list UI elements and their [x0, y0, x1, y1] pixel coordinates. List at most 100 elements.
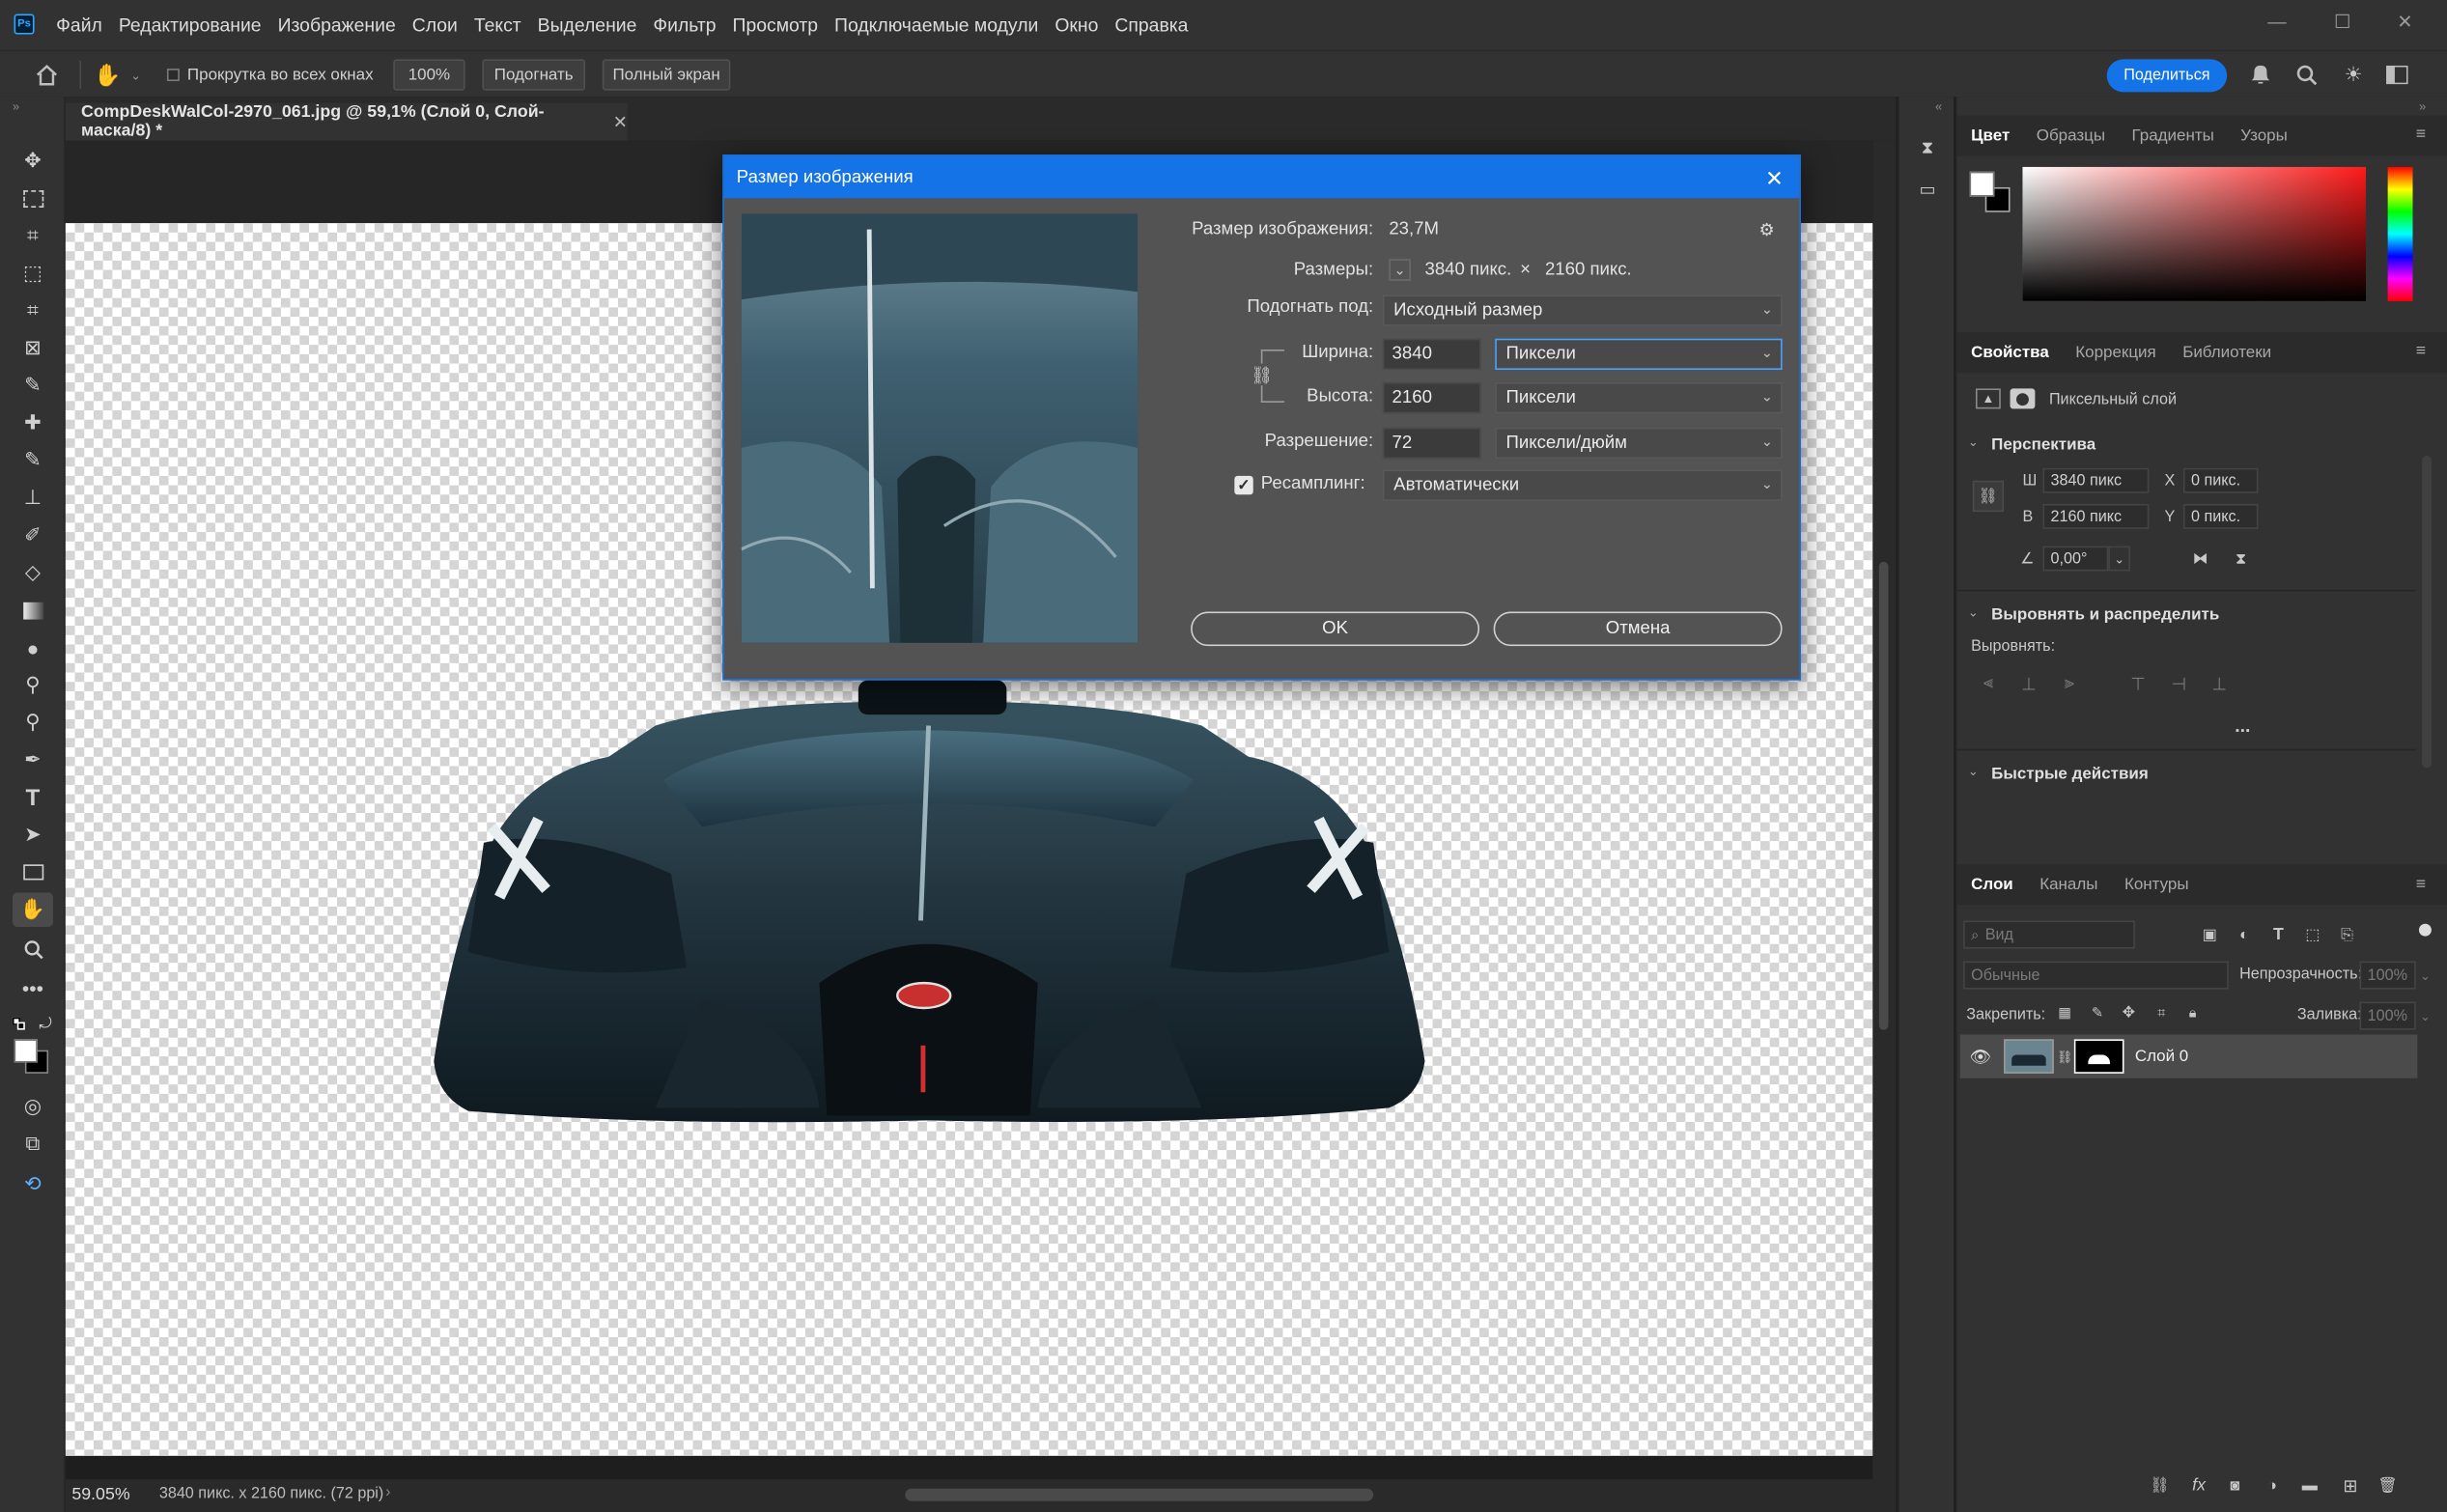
- chevron-down-icon[interactable]: ⌄: [2417, 1006, 2433, 1024]
- chevron-down-icon[interactable]: ⌄: [2108, 546, 2130, 572]
- healing-brush-tool-icon[interactable]: ✚: [13, 406, 53, 440]
- gear-icon[interactable]: ⚙: [1754, 218, 1779, 240]
- perspective-header[interactable]: Перспектива: [1991, 435, 2095, 454]
- align-left-icon[interactable]: ⫷: [1976, 673, 2001, 695]
- eyedropper-tool-icon[interactable]: ✎: [13, 368, 53, 403]
- bell-icon[interactable]: [2247, 63, 2272, 88]
- eraser-tool-icon[interactable]: ◇: [13, 555, 53, 590]
- color-field[interactable]: [2022, 166, 2367, 301]
- layer-row[interactable]: 👁︎ ⛓ Слой 0: [1959, 1034, 2418, 1078]
- document-tab[interactable]: CompDeskWalCol-2970_061.jpg @ 59,1% (Сло…: [65, 102, 628, 141]
- close-window-button[interactable]: ✕: [2388, 10, 2423, 35]
- close-tab-icon[interactable]: ✕: [613, 112, 628, 131]
- new-layer-icon[interactable]: ⊞: [2338, 1473, 2363, 1498]
- menu-layers[interactable]: Слои: [412, 14, 458, 37]
- hand-tool-active-icon[interactable]: ✋: [12, 892, 53, 927]
- comments-panel-icon[interactable]: ▭: [1913, 175, 1941, 203]
- minimize-button[interactable]: —: [2260, 10, 2294, 35]
- expand-panels-icon[interactable]: »: [2419, 99, 2426, 114]
- menu-file[interactable]: Файл: [56, 14, 102, 37]
- filter-adjustment-icon[interactable]: ◐: [2232, 922, 2257, 947]
- prop-angle-input[interactable]: 0,00°: [2042, 546, 2109, 572]
- panel-menu-icon[interactable]: ≡: [2416, 876, 2426, 894]
- menu-filter[interactable]: Фильтр: [653, 14, 716, 37]
- menu-edit[interactable]: Редактирование: [119, 14, 262, 37]
- collapse-icon[interactable]: «: [1935, 99, 1942, 114]
- height-input[interactable]: 2160: [1382, 381, 1481, 414]
- opacity-input[interactable]: 100%: [2359, 961, 2416, 990]
- align-top-icon[interactable]: ⊤: [2125, 673, 2151, 695]
- chevron-down-icon[interactable]: ⌄: [2417, 966, 2433, 984]
- path-selection-tool-icon[interactable]: ➤: [13, 818, 53, 853]
- chevron-down-icon[interactable]: ⌄: [1968, 765, 1979, 779]
- tab-swatches[interactable]: Образцы: [2037, 126, 2105, 145]
- maximize-button[interactable]: ☐: [2325, 10, 2360, 35]
- filter-image-icon[interactable]: ▣: [2197, 922, 2222, 947]
- full-screen-button[interactable]: Полный экран: [602, 59, 731, 91]
- resample-select[interactable]: Автоматически ⌄: [1382, 469, 1783, 501]
- blend-mode-select[interactable]: Обычные: [1963, 961, 2229, 990]
- menu-image[interactable]: Изображение: [278, 14, 396, 37]
- filter-smart-object-icon[interactable]: ⎘: [2335, 922, 2360, 947]
- resample-checkbox[interactable]: ✓: [1234, 475, 1253, 495]
- fill-input[interactable]: 100%: [2359, 1001, 2416, 1030]
- add-mask-icon[interactable]: ◙: [2222, 1473, 2247, 1498]
- lock-artboard-icon[interactable]: ⌗: [2151, 1002, 2173, 1024]
- lightbulb-icon[interactable]: ☀: [2341, 61, 2366, 89]
- menu-plugins[interactable]: Подключаемые модули: [834, 14, 1038, 37]
- generative-icon[interactable]: ⟲: [13, 1167, 53, 1202]
- search-icon[interactable]: [2294, 63, 2320, 88]
- width-input[interactable]: 3840: [1382, 338, 1481, 371]
- chevron-down-icon[interactable]: ⌄: [1968, 435, 1979, 450]
- height-unit-select[interactable]: Пиксели ⌄: [1495, 381, 1783, 414]
- history-brush-tool-icon[interactable]: ✐: [13, 518, 53, 553]
- brush-tool-icon[interactable]: ✎: [13, 443, 53, 478]
- lock-all-icon[interactable]: 🔒︎: [2181, 1002, 2204, 1024]
- zoom-tool-icon[interactable]: [13, 932, 53, 966]
- crop-tool-icon[interactable]: ⌗: [13, 294, 53, 328]
- pen-tool-icon[interactable]: ✒: [13, 742, 53, 777]
- hand-tool-icon[interactable]: ✋: [92, 59, 123, 90]
- layer-mask-thumbnail[interactable]: [2073, 1039, 2124, 1074]
- adjustment-layer-icon[interactable]: ◑: [2260, 1473, 2285, 1498]
- ok-button[interactable]: OK: [1191, 611, 1480, 647]
- quick-actions-header[interactable]: Быстрые действия: [1991, 765, 2149, 783]
- lock-position-icon[interactable]: ✥: [2118, 1002, 2140, 1024]
- align-center-h-icon[interactable]: ⊥: [2016, 673, 2041, 695]
- share-button[interactable]: Поделиться: [2106, 59, 2228, 93]
- screen-mode-icon[interactable]: ⧉: [13, 1127, 53, 1162]
- lock-transparency-icon[interactable]: ▦: [2054, 1002, 2076, 1024]
- eye-icon[interactable]: 👁︎: [1970, 1046, 1992, 1068]
- align-bottom-icon[interactable]: ⊥: [2207, 673, 2232, 695]
- rectangle-tool-icon[interactable]: [13, 855, 53, 890]
- layer-name[interactable]: Слой 0: [2135, 1047, 2188, 1065]
- panel-menu-icon[interactable]: ≡: [2416, 342, 2426, 360]
- zoom-level[interactable]: 59.05%: [71, 1486, 129, 1504]
- menu-help[interactable]: Справка: [1114, 14, 1188, 37]
- align-distribute-header[interactable]: Выровнять и распределить: [1991, 605, 2219, 624]
- tab-channels[interactable]: Каналы: [2039, 876, 2097, 894]
- gradient-tool-icon[interactable]: [13, 593, 53, 628]
- chain-link-icon[interactable]: ⛓: [2057, 1047, 2072, 1065]
- dodge-tool-icon[interactable]: ⚲: [13, 668, 53, 703]
- filter-type-icon[interactable]: T: [2266, 922, 2292, 947]
- move-tool-icon[interactable]: ✥: [13, 144, 53, 179]
- dimensions-dropdown-icon[interactable]: ⌄: [1389, 259, 1411, 281]
- workspace-icon[interactable]: [2384, 63, 2409, 88]
- chevron-down-icon[interactable]: ⌄: [1968, 605, 1979, 620]
- vertical-scrollbar[interactable]: [1872, 140, 1897, 1483]
- quick-selection-tool-icon[interactable]: ⌗: [13, 218, 53, 253]
- prop-height-input[interactable]: 2160 пикс: [2042, 504, 2150, 529]
- fit-to-select[interactable]: Исходный размер ⌄: [1382, 294, 1783, 326]
- align-right-icon[interactable]: ⫸: [2057, 673, 2082, 695]
- tab-color[interactable]: Цвет: [1971, 126, 2010, 145]
- resolution-input[interactable]: 72: [1382, 427, 1481, 460]
- layer-search-input[interactable]: ⌕ Вид: [1963, 920, 2135, 949]
- more-options-icon[interactable]: ...: [2235, 714, 2250, 737]
- fit-screen-button[interactable]: Подогнать: [482, 59, 586, 91]
- home-icon[interactable]: [31, 61, 62, 89]
- trash-icon[interactable]: 🗑︎: [2376, 1473, 2401, 1498]
- more-tools-icon[interactable]: •••: [13, 970, 53, 1005]
- default-colors-icon[interactable]: [12, 1017, 25, 1030]
- align-middle-v-icon[interactable]: ⊣: [2166, 673, 2191, 695]
